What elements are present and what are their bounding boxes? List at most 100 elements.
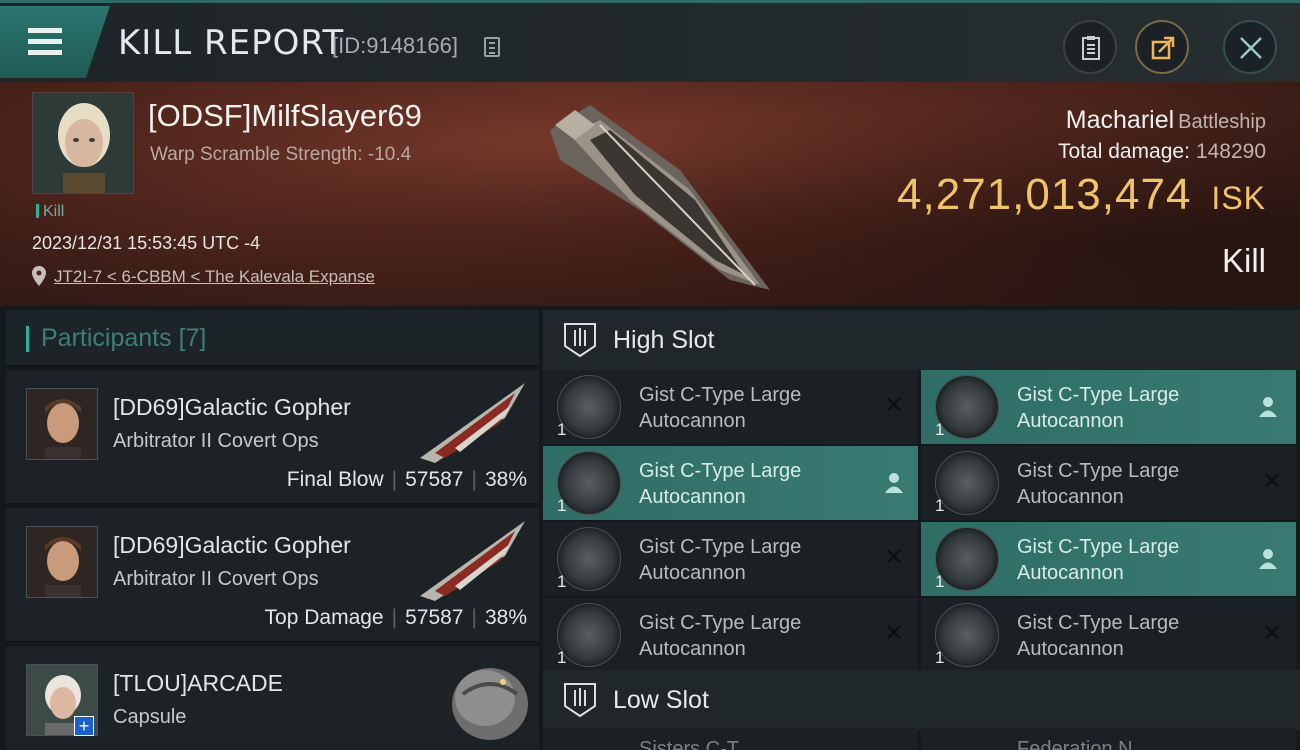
module-quantity: 1 (935, 648, 945, 667)
participant-ship-image[interactable] (415, 516, 535, 606)
participant-damage: 57587 (405, 606, 464, 629)
kill-tag: Kill (36, 203, 64, 221)
high-slot-label: High Slot (613, 326, 715, 354)
module-name: Gist C-Type Large Autocannon (1017, 536, 1180, 584)
isk-value: 4,271,013,474 ISK (897, 170, 1266, 220)
module-slot[interactable]: 1 Gist C-Type Large Autocannon ✕ (921, 446, 1296, 520)
participant-avatar[interactable] (26, 526, 98, 598)
header-bar: KILL REPORT [ID:9148166] (0, 0, 1300, 82)
low-slot-header: Low Slot (543, 670, 1300, 730)
menu-button[interactable] (0, 6, 110, 78)
module-name: Gist C-Type Large Autocannon (639, 612, 802, 660)
module-slot[interactable]: 1 Gist C-Type Large Autocannon ✕ (921, 598, 1296, 672)
clipboard-button[interactable] (1063, 20, 1117, 74)
autocannon-icon (557, 375, 621, 439)
participant-role: Top Damage (264, 606, 384, 629)
hamburger-icon (28, 28, 62, 55)
module-name: Gist C-Type Large Autocannon (639, 384, 802, 432)
participant-name: [TLOU]ARCADE (113, 670, 283, 696)
isk-amount: 4,271,013,474 (897, 170, 1192, 219)
share-icon (1151, 36, 1175, 60)
low-module-slot[interactable]: Federation N (921, 728, 1296, 750)
autocannon-icon (557, 603, 621, 667)
result-label: Kill (1221, 242, 1266, 279)
module-slot[interactable]: 1 Gist C-Type Large Autocannon (921, 522, 1296, 596)
participant-row[interactable]: [DD69]Galactic Gopher Arbitrator II Cove… (6, 508, 539, 642)
victim-ship-name[interactable]: Machariel Battleship (1066, 106, 1266, 135)
kill-banner: [ODSF]MilfSlayer69 Warp Scramble Strengt… (0, 82, 1300, 306)
module-slot[interactable]: 1 Gist C-Type Large Autocannon (921, 370, 1296, 444)
module-quantity: 1 (557, 496, 567, 515)
participant-ship: Capsule (113, 706, 187, 728)
module-quantity: 1 (557, 648, 567, 667)
participant-role: Final Blow (286, 468, 384, 491)
module-slot[interactable]: 1 Gist C-Type Large Autocannon ✕ (543, 598, 918, 672)
module-quantity: 1 (935, 420, 945, 439)
total-damage-label: Total damage: (1058, 140, 1190, 163)
low-module-name: Federation N (1017, 738, 1133, 750)
report-id: [ID:9148166] (332, 33, 458, 58)
accent-bar (26, 326, 29, 352)
participant-name: [DD69]Galactic Gopher (113, 532, 351, 558)
dropped-person-icon (1259, 397, 1277, 417)
fitting-panel: High Slot 1 Gist C-Type Large Autocannon … (543, 310, 1300, 750)
page-title: KILL REPORT (118, 23, 345, 63)
autocannon-icon (935, 527, 999, 591)
victim-ship-image[interactable] (530, 90, 780, 300)
participant-avatar[interactable] (26, 388, 98, 460)
dropped-person-icon (1259, 549, 1277, 569)
low-slot-icon (564, 683, 596, 718)
module-quantity: 1 (557, 572, 567, 591)
participant-percent: 38% (484, 468, 527, 491)
participant-row[interactable]: [DD69]Galactic Gopher Arbitrator II Cove… (6, 370, 539, 504)
victim-portrait[interactable] (32, 92, 134, 194)
clipboard-icon (1082, 36, 1100, 60)
module-name: Gist C-Type Large Autocannon (1017, 612, 1180, 660)
participants-header[interactable]: Participants [7] (6, 310, 539, 366)
share-button[interactable] (1135, 20, 1189, 74)
module-name: Gist C-Type Large Autocannon (1017, 460, 1180, 508)
destroyed-icon: ✕ (1261, 620, 1282, 647)
participant-damage: 57587 (405, 468, 464, 491)
close-button[interactable] (1223, 20, 1277, 74)
participant-ship: Arbitrator II Covert Ops (113, 430, 319, 452)
total-damage: Total damage: 148290 (1058, 140, 1266, 164)
module-quantity: 1 (935, 496, 945, 515)
copy-icon[interactable] (484, 37, 500, 57)
ship-class-text: Battleship (1178, 111, 1266, 133)
kill-datetime: 2023/12/31 15:53:45 UTC -4 (32, 233, 261, 253)
module-name: Gist C-Type Large Autocannon (639, 460, 802, 508)
low-module-name: Sisters C-T (639, 738, 739, 750)
victim-name[interactable]: [ODSF]MilfSlayer69 (148, 98, 422, 134)
participant-ship-image[interactable] (415, 378, 535, 468)
plus-badge: + (74, 716, 94, 736)
module-slot[interactable]: 1 Gist C-Type Large Autocannon (543, 446, 918, 520)
autocannon-icon (935, 603, 999, 667)
participant-stats: Top Damage | 57587 | 38% (264, 606, 527, 629)
dropped-person-icon (885, 473, 903, 493)
total-damage-value: 148290 (1195, 140, 1266, 163)
low-module-slot[interactable]: Sisters C-T (543, 728, 918, 750)
autocannon-icon (935, 451, 999, 515)
participants-title: Participants [7] (41, 324, 207, 352)
participants-panel: Participants [7] [DD69]Galactic Gopher A… (6, 310, 539, 750)
autocannon-icon (935, 375, 999, 439)
module-quantity: 1 (935, 572, 945, 591)
participant-stats: Final Blow | 57587 | 38% (286, 468, 527, 491)
autocannon-icon (557, 451, 621, 515)
ship-name-text: Machariel (1065, 106, 1175, 134)
module-slot[interactable]: 1 Gist C-Type Large Autocannon ✕ (543, 370, 918, 444)
participant-row[interactable]: + [TLOU]ARCADE Capsule (6, 646, 539, 750)
destroyed-icon: ✕ (1261, 468, 1282, 495)
autocannon-icon (557, 527, 621, 591)
capsule-image[interactable] (415, 654, 535, 744)
victim-portrait-image (33, 93, 133, 193)
location-pin-icon (32, 266, 46, 286)
destroyed-icon: ✕ (883, 392, 904, 419)
low-slot-label: Low Slot (613, 686, 709, 714)
close-icon (1240, 37, 1262, 59)
participant-ship: Arbitrator II Covert Ops (113, 568, 319, 590)
kill-location-link[interactable]: JT2I-7 < 6-CBBM < The Kalevala Expanse (54, 267, 375, 287)
module-slot[interactable]: 1 Gist C-Type Large Autocannon ✕ (543, 522, 918, 596)
module-name: Gist C-Type Large Autocannon (1017, 384, 1180, 432)
